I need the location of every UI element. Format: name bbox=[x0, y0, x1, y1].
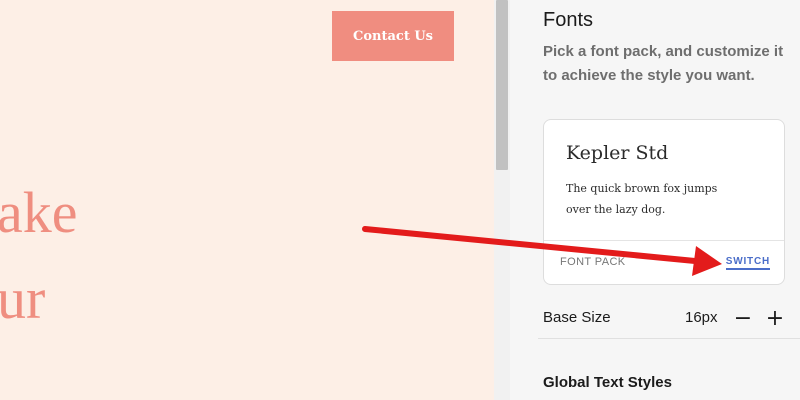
contact-us-button[interactable]: Contact Us bbox=[332, 11, 454, 61]
global-text-styles-heading: Global Text Styles bbox=[543, 374, 672, 391]
switch-font-pack-link[interactable]: SWITCH bbox=[725, 256, 770, 270]
hero-heading-line-2: ur bbox=[0, 266, 46, 331]
base-size-value: 16px bbox=[685, 309, 718, 326]
decrease-size-button[interactable]: − bbox=[732, 305, 754, 331]
scrollbar-thumb[interactable] bbox=[496, 0, 508, 170]
preview-scrollbar[interactable] bbox=[494, 0, 510, 400]
panel-title: Fonts bbox=[543, 9, 594, 31]
hero-heading-line-1: ake bbox=[0, 180, 78, 245]
site-preview: Contact Us ake ur bbox=[0, 0, 494, 400]
panel-description: Pick a font pack, and customize it to ac… bbox=[543, 43, 784, 84]
font-sample-text: The quick brown fox jumps over the lazy … bbox=[566, 182, 718, 216]
fonts-panel: Fonts Pick a font pack, and customize it… bbox=[510, 0, 800, 400]
font-card-footer: FONT PACK SWITCH bbox=[544, 240, 784, 284]
font-pack-name: Kepler Std bbox=[566, 142, 669, 164]
section-divider bbox=[538, 338, 800, 339]
font-pack-card[interactable]: Kepler Std The quick brown fox jumps ove… bbox=[543, 119, 785, 285]
base-size-label: Base Size bbox=[543, 309, 611, 326]
font-pack-label: FONT PACK bbox=[560, 256, 626, 268]
increase-size-button[interactable]: + bbox=[764, 305, 786, 331]
